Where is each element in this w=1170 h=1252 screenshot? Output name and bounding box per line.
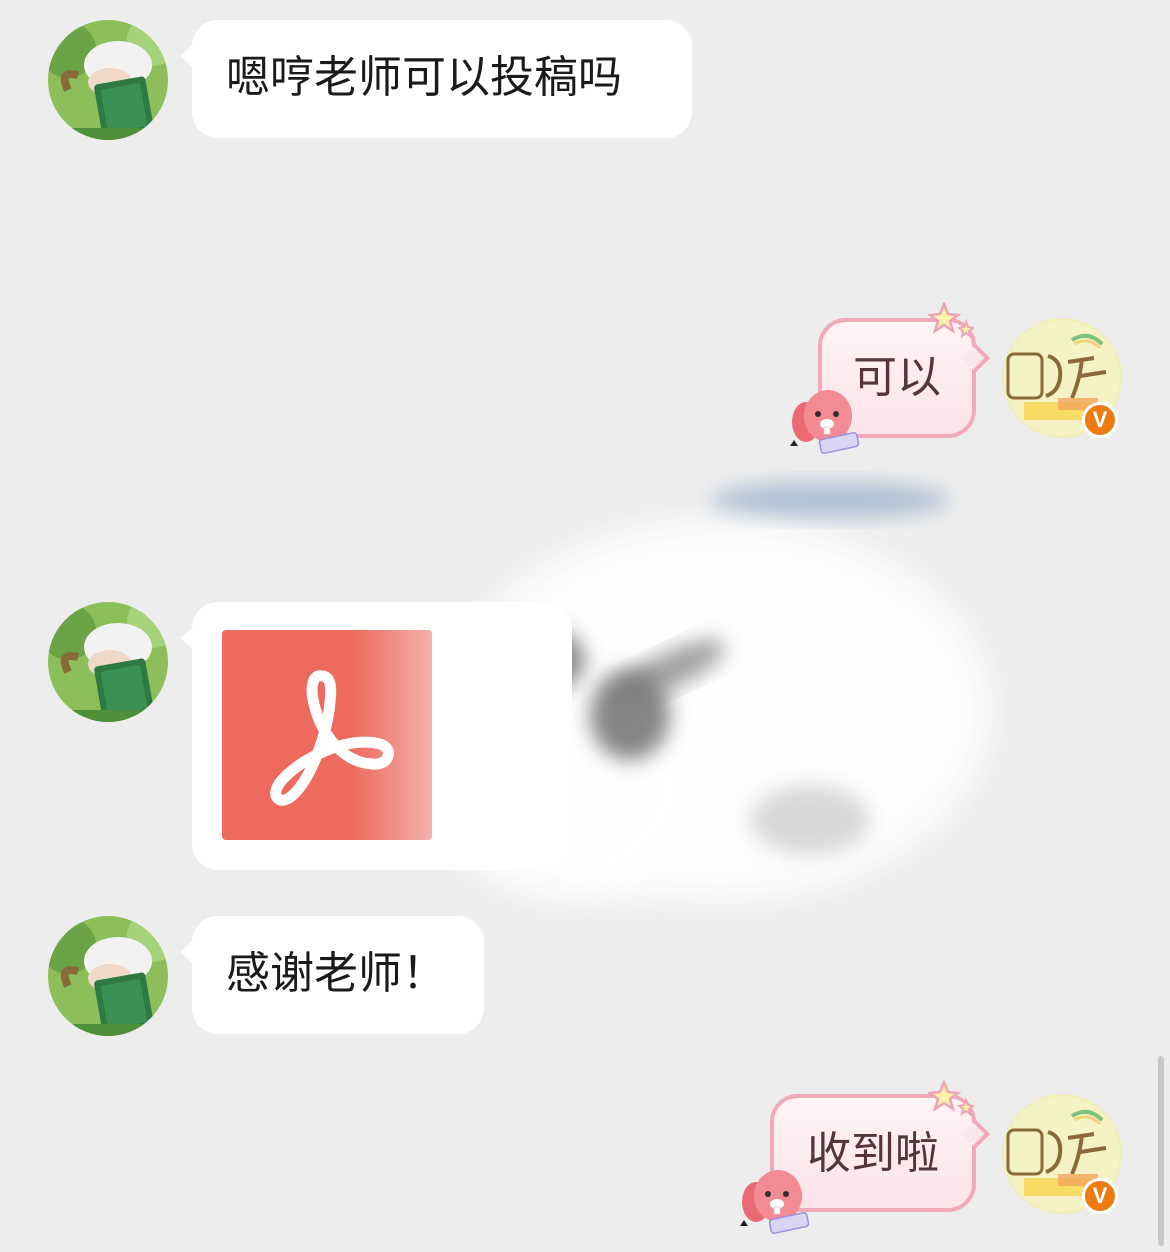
- contact-avatar[interactable]: [48, 916, 168, 1036]
- file-message-bubble[interactable]: [180, 602, 572, 870]
- star-sticker-icon: [928, 302, 974, 339]
- goat-reading-avatar-icon: [48, 602, 168, 722]
- contact-avatar[interactable]: [48, 20, 168, 140]
- verified-badge: V: [1082, 1178, 1118, 1214]
- message-bubble[interactable]: 嗯哼老师可以投稿吗: [180, 20, 692, 138]
- message-text: 感谢老师！: [226, 948, 446, 999]
- beaver-sticker-icon: [740, 1170, 810, 1234]
- goat-reading-avatar-icon: [48, 916, 168, 1036]
- message-bubble[interactable]: 感谢老师！: [180, 916, 484, 1034]
- message-text: 嗯哼老师可以投稿吗: [226, 52, 622, 103]
- goat-reading-avatar-icon: [48, 20, 168, 140]
- verified-badge: V: [1082, 402, 1118, 438]
- scrollbar[interactable]: [1158, 1056, 1164, 1246]
- beaver-sticker-icon: [790, 390, 860, 454]
- pdf-file-icon[interactable]: [222, 630, 432, 840]
- star-sticker-icon: [928, 1080, 974, 1117]
- contact-avatar[interactable]: [48, 602, 168, 722]
